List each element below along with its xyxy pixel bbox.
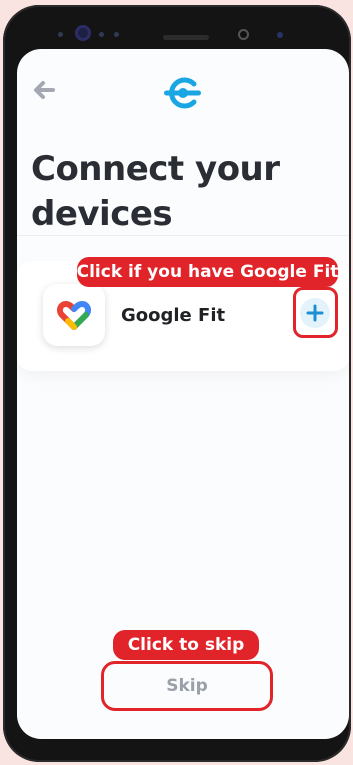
front-sensor xyxy=(99,32,104,37)
google-fit-heart-icon xyxy=(56,301,92,330)
google-fit-icon xyxy=(43,284,105,346)
skip-button[interactable]: Skip xyxy=(101,661,273,711)
add-button-highlight xyxy=(293,287,338,338)
divider xyxy=(17,235,349,236)
earpiece-speaker xyxy=(163,35,209,40)
front-sensor xyxy=(238,29,249,40)
front-sensor xyxy=(58,32,63,37)
skip-hint-badge: Click to skip xyxy=(113,630,259,660)
page-title: Connect your devices xyxy=(31,149,280,234)
connect-logo-icon xyxy=(164,77,201,109)
front-camera xyxy=(75,25,91,41)
arrow-left-icon[interactable] xyxy=(31,79,57,101)
front-sensor xyxy=(277,32,283,38)
device-name: Google Fit xyxy=(121,305,226,326)
phone-frame: Connect your devices Google Fit Click if… xyxy=(3,5,351,762)
front-sensor xyxy=(114,32,119,37)
app-screen: Connect your devices Google Fit Click if… xyxy=(17,49,349,739)
google-fit-hint-badge: Click if you have Google Fit xyxy=(77,257,338,287)
